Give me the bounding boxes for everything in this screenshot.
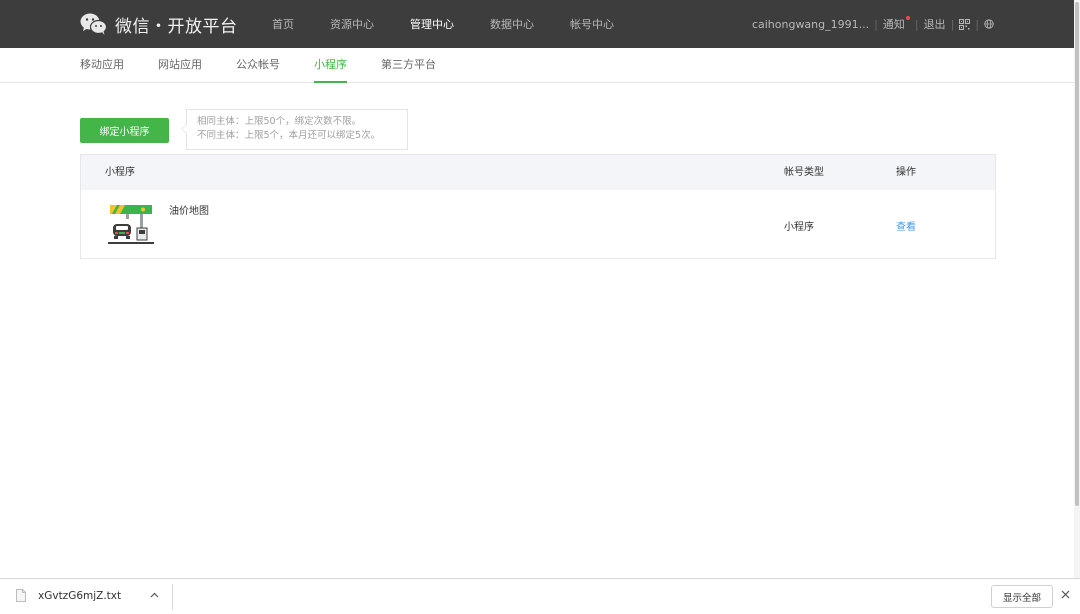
column-header-action: 操作 [896, 167, 916, 178]
page-scrollbar[interactable] [1074, 0, 1080, 578]
close-icon[interactable] [1061, 588, 1070, 602]
tip-line-different-entity: 不同主体：上限5个，本月还可以绑定5次。 [197, 130, 381, 141]
table-header: 小程序 帐号类型 操作 [81, 155, 995, 190]
show-all-button[interactable]: 显示全部 [991, 585, 1053, 608]
nav-item-data[interactable]: 数据中心 [490, 16, 534, 32]
mini-program-name: 油价地图 [169, 206, 209, 217]
subnav-item-third-party[interactable]: 第三方平台 [381, 48, 436, 82]
top-bar: 微信・开放平台 首页 资源中心 管理中心 数据中心 帐号中心 caihongwa… [0, 0, 1080, 48]
view-link[interactable]: 查看 [896, 218, 916, 233]
subnav-item-official-accounts[interactable]: 公众帐号 [236, 48, 280, 82]
scrollbar-thumb[interactable] [1075, 2, 1079, 506]
username-link[interactable]: caihongwang_1991... [752, 18, 869, 31]
globe-icon[interactable] [984, 19, 994, 29]
wechat-logo-icon [80, 13, 107, 35]
bind-limit-tooltip: 相同主体：上限50个，绑定次数不限。 不同主体：上限5个，本月还可以绑定5次。 [181, 109, 408, 150]
divider: | [874, 17, 878, 31]
qrcode-icon[interactable] [959, 18, 971, 30]
mini-program-table: 小程序 帐号类型 操作 油价地图 小程序 查看 [80, 154, 996, 259]
download-filename: xGvtzG6mjZ.txt [38, 589, 122, 602]
gas-station-icon [108, 205, 154, 244]
user-bar: caihongwang_1991... | 通知 | 退出 | | [752, 0, 994, 48]
column-header-type: 帐号类型 [784, 167, 824, 178]
account-type: 小程序 [784, 222, 814, 233]
logo-text: 微信・开放平台 [115, 16, 238, 37]
download-item[interactable]: xGvtzG6mjZ.txt [16, 589, 121, 602]
divider [172, 584, 173, 610]
subnav-item-mobile-apps[interactable]: 移动应用 [80, 48, 124, 82]
subnav-item-mini-programs[interactable]: 小程序 [314, 48, 347, 83]
notify-label: 通知 [882, 18, 905, 31]
subnav-item-web-apps[interactable]: 网站应用 [158, 48, 202, 82]
main-nav: 首页 资源中心 管理中心 数据中心 帐号中心 [272, 0, 650, 48]
nav-item-account[interactable]: 帐号中心 [570, 16, 614, 32]
nav-item-resources[interactable]: 资源中心 [330, 16, 374, 32]
tip-line-same-entity: 相同主体：上限50个，绑定次数不限。 [197, 116, 362, 127]
nav-item-home[interactable]: 首页 [272, 16, 294, 32]
bind-mini-program-button[interactable]: 绑定小程序 [80, 118, 169, 143]
file-icon [16, 589, 26, 602]
nav-item-management[interactable]: 管理中心 [410, 16, 454, 32]
divider: | [914, 17, 919, 31]
notification-dot-icon [905, 16, 910, 20]
logout-link[interactable]: 退出 [924, 16, 946, 32]
divider: | [950, 17, 955, 31]
table-row: 油价地图 小程序 查看 [81, 190, 995, 259]
logo[interactable]: 微信・开放平台 [80, 10, 238, 38]
notify-link[interactable]: 通知 [882, 16, 910, 32]
column-header-name: 小程序 [105, 167, 135, 178]
download-bar: xGvtzG6mjZ.txt 显示全部 [0, 578, 1080, 614]
sub-nav: 移动应用 网站应用 公众帐号 小程序 第三方平台 [0, 48, 1074, 83]
divider: | [975, 17, 979, 31]
chevron-up-icon[interactable] [150, 590, 159, 601]
